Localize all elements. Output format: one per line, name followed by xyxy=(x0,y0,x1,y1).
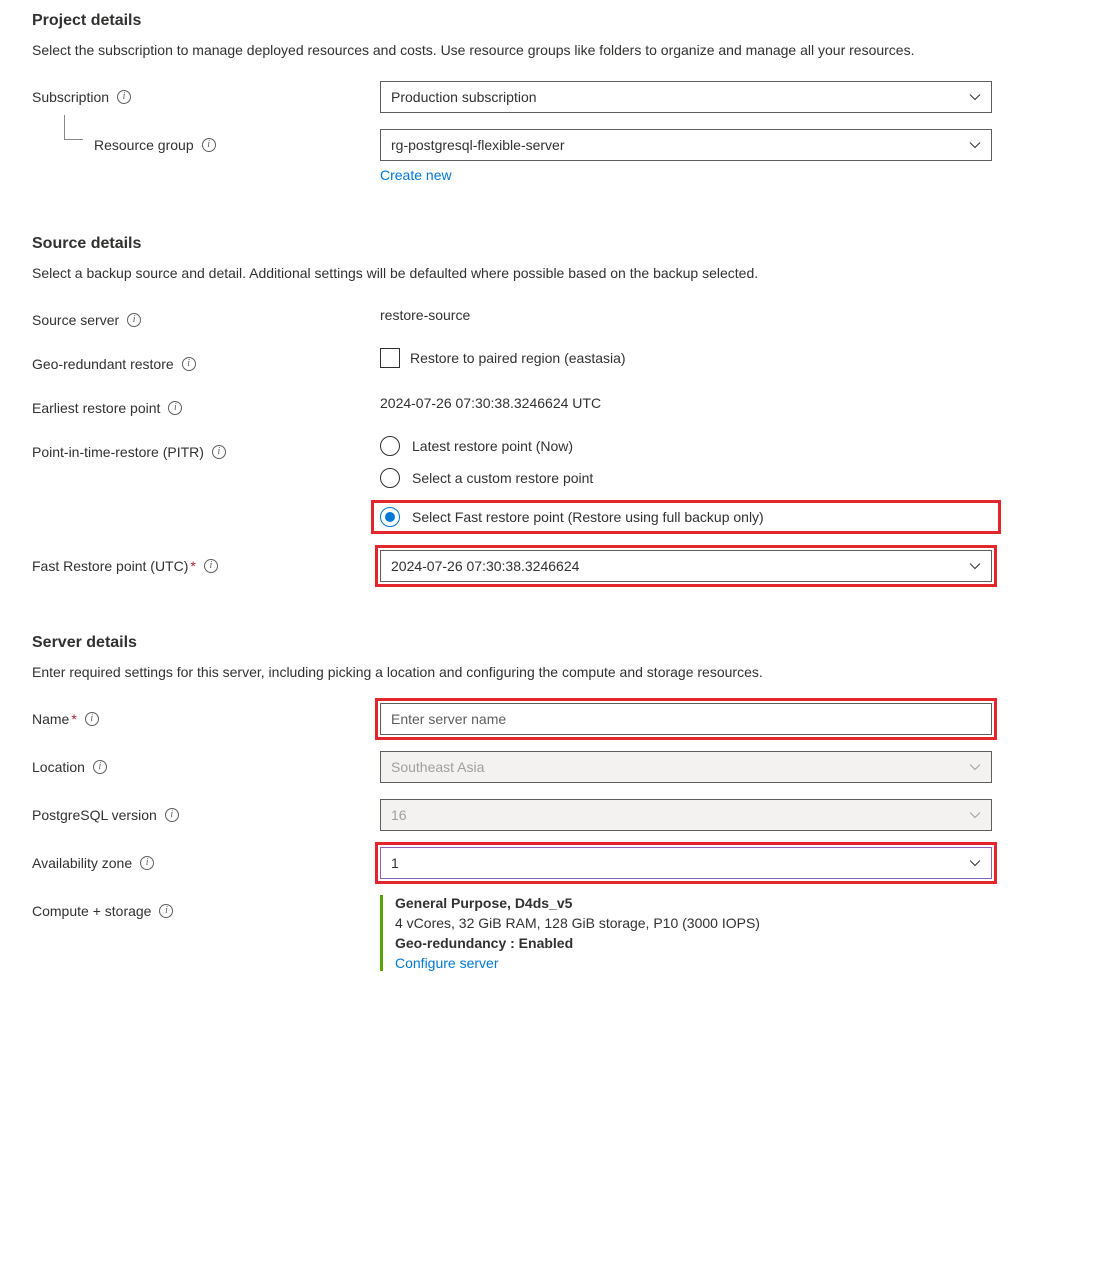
project-details-description: Select the subscription to manage deploy… xyxy=(32,40,1069,61)
server-details-heading: Server details xyxy=(32,634,1069,652)
compute-storage-label: Compute + storage xyxy=(32,903,151,919)
info-icon[interactable]: i xyxy=(182,357,196,371)
info-icon[interactable]: i xyxy=(93,760,107,774)
info-icon[interactable]: i xyxy=(140,856,154,870)
pitr-radio-custom[interactable]: Select a custom restore point xyxy=(380,468,992,488)
radio-icon xyxy=(380,507,400,527)
resource-group-value: rg-postgresql-flexible-server xyxy=(391,137,565,153)
pitr-radio-fast-label: Select Fast restore point (Restore using… xyxy=(412,509,764,525)
geo-redundant-label: Geo-redundant restore xyxy=(32,356,174,372)
availability-zone-value: 1 xyxy=(391,855,399,871)
chevron-down-icon xyxy=(969,809,981,821)
server-details-description: Enter required settings for this server,… xyxy=(32,662,1069,683)
pitr-radio-custom-label: Select a custom restore point xyxy=(412,470,593,486)
create-new-link[interactable]: Create new xyxy=(380,167,452,183)
resource-group-dropdown[interactable]: rg-postgresql-flexible-server xyxy=(380,129,992,161)
source-server-value: restore-source xyxy=(380,304,992,323)
configure-server-link[interactable]: Configure server xyxy=(395,955,499,971)
info-icon[interactable]: i xyxy=(127,313,141,327)
geo-redundant-checkbox[interactable] xyxy=(380,348,400,368)
availability-zone-dropdown[interactable]: 1 xyxy=(380,847,992,879)
chevron-down-icon xyxy=(969,857,981,869)
location-label: Location xyxy=(32,759,85,775)
info-icon[interactable]: i xyxy=(202,138,216,152)
radio-icon xyxy=(380,468,400,488)
compute-spec-line: 4 vCores, 32 GiB RAM, 128 GiB storage, P… xyxy=(395,915,992,931)
source-details-heading: Source details xyxy=(32,235,1069,253)
compute-storage-summary: General Purpose, D4ds_v5 4 vCores, 32 Gi… xyxy=(380,895,992,971)
geo-redundant-checkbox-label: Restore to paired region (eastasia) xyxy=(410,350,626,366)
earliest-restore-value: 2024-07-26 07:30:38.3246624 UTC xyxy=(380,392,992,411)
subscription-dropdown[interactable]: Production subscription xyxy=(380,81,992,113)
info-icon[interactable]: i xyxy=(159,904,173,918)
info-icon[interactable]: i xyxy=(204,559,218,573)
chevron-down-icon xyxy=(969,560,981,572)
info-icon[interactable]: i xyxy=(85,712,99,726)
subscription-label: Subscription xyxy=(32,89,109,105)
earliest-restore-label: Earliest restore point xyxy=(32,400,160,416)
chevron-down-icon xyxy=(969,91,981,103)
required-indicator: * xyxy=(71,711,76,727)
pg-version-label: PostgreSQL version xyxy=(32,807,157,823)
pg-version-value: 16 xyxy=(391,807,407,823)
pitr-radio-latest-label: Latest restore point (Now) xyxy=(412,438,573,454)
location-value: Southeast Asia xyxy=(391,759,484,775)
info-icon[interactable]: i xyxy=(117,90,131,104)
availability-zone-label: Availability zone xyxy=(32,855,132,871)
pitr-label: Point-in-time-restore (PITR) xyxy=(32,444,204,460)
resource-group-label: Resource group xyxy=(94,137,194,153)
subscription-value: Production subscription xyxy=(391,89,537,105)
required-indicator: * xyxy=(190,558,195,574)
pitr-radio-fast[interactable]: Select Fast restore point (Restore using… xyxy=(380,507,992,527)
pg-version-dropdown: 16 xyxy=(380,799,992,831)
info-icon[interactable]: i xyxy=(168,401,182,415)
fast-restore-point-label: Fast Restore point (UTC) xyxy=(32,558,188,574)
name-label: Name xyxy=(32,711,69,727)
server-name-input[interactable] xyxy=(380,703,992,735)
compute-geo-line: Geo-redundancy : Enabled xyxy=(395,935,992,951)
project-details-heading: Project details xyxy=(32,12,1069,30)
compute-sku-title: General Purpose, D4ds_v5 xyxy=(395,895,992,911)
chevron-down-icon xyxy=(969,761,981,773)
source-server-label: Source server xyxy=(32,312,119,328)
location-dropdown: Southeast Asia xyxy=(380,751,992,783)
radio-icon xyxy=(380,436,400,456)
pitr-radio-latest[interactable]: Latest restore point (Now) xyxy=(380,436,992,456)
source-details-description: Select a backup source and detail. Addit… xyxy=(32,263,1069,284)
info-icon[interactable]: i xyxy=(165,808,179,822)
chevron-down-icon xyxy=(969,139,981,151)
fast-restore-point-value: 2024-07-26 07:30:38.3246624 xyxy=(391,558,579,574)
fast-restore-point-dropdown[interactable]: 2024-07-26 07:30:38.3246624 xyxy=(380,550,992,582)
info-icon[interactable]: i xyxy=(212,445,226,459)
